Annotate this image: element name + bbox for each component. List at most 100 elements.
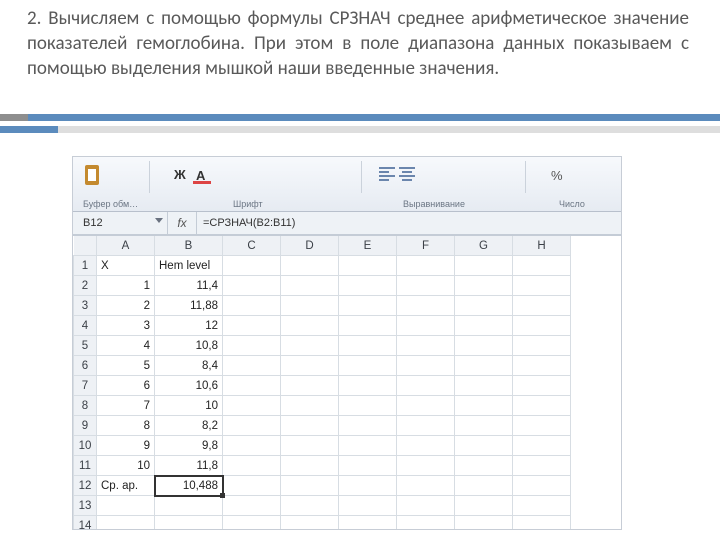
- cell[interactable]: [397, 316, 455, 336]
- cell[interactable]: 8,4: [155, 356, 223, 376]
- cell[interactable]: [281, 276, 339, 296]
- cell[interactable]: [397, 356, 455, 376]
- cell[interactable]: [455, 496, 513, 516]
- cell[interactable]: [455, 416, 513, 436]
- cell[interactable]: [339, 416, 397, 436]
- cell[interactable]: 6: [97, 376, 155, 396]
- cell[interactable]: [513, 296, 571, 316]
- cell[interactable]: [513, 276, 571, 296]
- cell[interactable]: [513, 316, 571, 336]
- cell[interactable]: 10,8: [155, 336, 223, 356]
- cell[interactable]: [455, 476, 513, 496]
- column-header-D[interactable]: D: [281, 236, 339, 256]
- cell[interactable]: [281, 416, 339, 436]
- cell[interactable]: 9,8: [155, 436, 223, 456]
- cell[interactable]: 10: [97, 456, 155, 476]
- cell[interactable]: [339, 456, 397, 476]
- row-header[interactable]: 3: [74, 296, 97, 316]
- cell[interactable]: [455, 456, 513, 476]
- cell[interactable]: [223, 316, 281, 336]
- row-header[interactable]: 9: [74, 416, 97, 436]
- cell[interactable]: [223, 516, 281, 531]
- cell[interactable]: [455, 516, 513, 531]
- column-header-F[interactable]: F: [397, 236, 455, 256]
- cell[interactable]: [339, 436, 397, 456]
- cell[interactable]: [455, 336, 513, 356]
- row-header[interactable]: 4: [74, 316, 97, 336]
- cell[interactable]: [339, 376, 397, 396]
- cell[interactable]: X: [97, 256, 155, 276]
- cell[interactable]: 4: [97, 336, 155, 356]
- cell[interactable]: [97, 516, 155, 531]
- cell[interactable]: [155, 496, 223, 516]
- row-header[interactable]: 8: [74, 396, 97, 416]
- cell[interactable]: [281, 516, 339, 531]
- cell[interactable]: [155, 516, 223, 531]
- cell[interactable]: [281, 316, 339, 336]
- cell[interactable]: [339, 476, 397, 496]
- column-header-C[interactable]: C: [223, 236, 281, 256]
- cell[interactable]: [281, 356, 339, 376]
- cell[interactable]: [455, 376, 513, 396]
- row-header[interactable]: 2: [74, 276, 97, 296]
- cell[interactable]: [513, 356, 571, 376]
- cell[interactable]: [513, 396, 571, 416]
- cell[interactable]: Ср. ар.: [97, 476, 155, 496]
- cell[interactable]: [397, 256, 455, 276]
- cell[interactable]: [339, 276, 397, 296]
- row-header[interactable]: 12: [74, 476, 97, 496]
- row-header[interactable]: 7: [74, 376, 97, 396]
- cell[interactable]: [513, 416, 571, 436]
- cell[interactable]: [223, 436, 281, 456]
- fx-button[interactable]: fx: [168, 212, 197, 234]
- cell[interactable]: [397, 336, 455, 356]
- cell[interactable]: [513, 516, 571, 531]
- cell[interactable]: [513, 496, 571, 516]
- cell[interactable]: [513, 336, 571, 356]
- row-header[interactable]: 1: [74, 256, 97, 276]
- cell[interactable]: [223, 356, 281, 376]
- cell[interactable]: [455, 396, 513, 416]
- cell[interactable]: [281, 376, 339, 396]
- cell[interactable]: [223, 276, 281, 296]
- cell[interactable]: [455, 276, 513, 296]
- cell[interactable]: [397, 376, 455, 396]
- cell[interactable]: [281, 296, 339, 316]
- cell[interactable]: [223, 456, 281, 476]
- cell[interactable]: [223, 336, 281, 356]
- cell[interactable]: [397, 516, 455, 531]
- cell[interactable]: 11,8: [155, 456, 223, 476]
- cell[interactable]: [455, 316, 513, 336]
- cell[interactable]: [339, 296, 397, 316]
- name-box[interactable]: B12: [73, 212, 168, 234]
- cell[interactable]: 10: [155, 396, 223, 416]
- cell[interactable]: [281, 396, 339, 416]
- cell[interactable]: [339, 356, 397, 376]
- cell[interactable]: [281, 336, 339, 356]
- cell[interactable]: [281, 456, 339, 476]
- cell[interactable]: [513, 436, 571, 456]
- cell[interactable]: [223, 256, 281, 276]
- cell[interactable]: 10,6: [155, 376, 223, 396]
- cell[interactable]: [339, 256, 397, 276]
- cell[interactable]: [397, 476, 455, 496]
- cell[interactable]: 11,4: [155, 276, 223, 296]
- row-header[interactable]: 5: [74, 336, 97, 356]
- cell[interactable]: [455, 356, 513, 376]
- cell[interactable]: [223, 376, 281, 396]
- cell[interactable]: [513, 256, 571, 276]
- cell[interactable]: [455, 256, 513, 276]
- cell[interactable]: [281, 476, 339, 496]
- cell[interactable]: [513, 456, 571, 476]
- cell[interactable]: [455, 436, 513, 456]
- formula-input[interactable]: =СРЗНАЧ(B2:B11): [197, 212, 621, 234]
- cell[interactable]: [513, 376, 571, 396]
- column-header-E[interactable]: E: [339, 236, 397, 256]
- cell[interactable]: 11,88: [155, 296, 223, 316]
- cell[interactable]: [339, 516, 397, 531]
- cell[interactable]: 9: [97, 436, 155, 456]
- worksheet[interactable]: ABCDEFGH 1XHem level2111,43211,884312541…: [73, 235, 621, 529]
- cell[interactable]: 7: [97, 396, 155, 416]
- cell[interactable]: [281, 496, 339, 516]
- row-header[interactable]: 11: [74, 456, 97, 476]
